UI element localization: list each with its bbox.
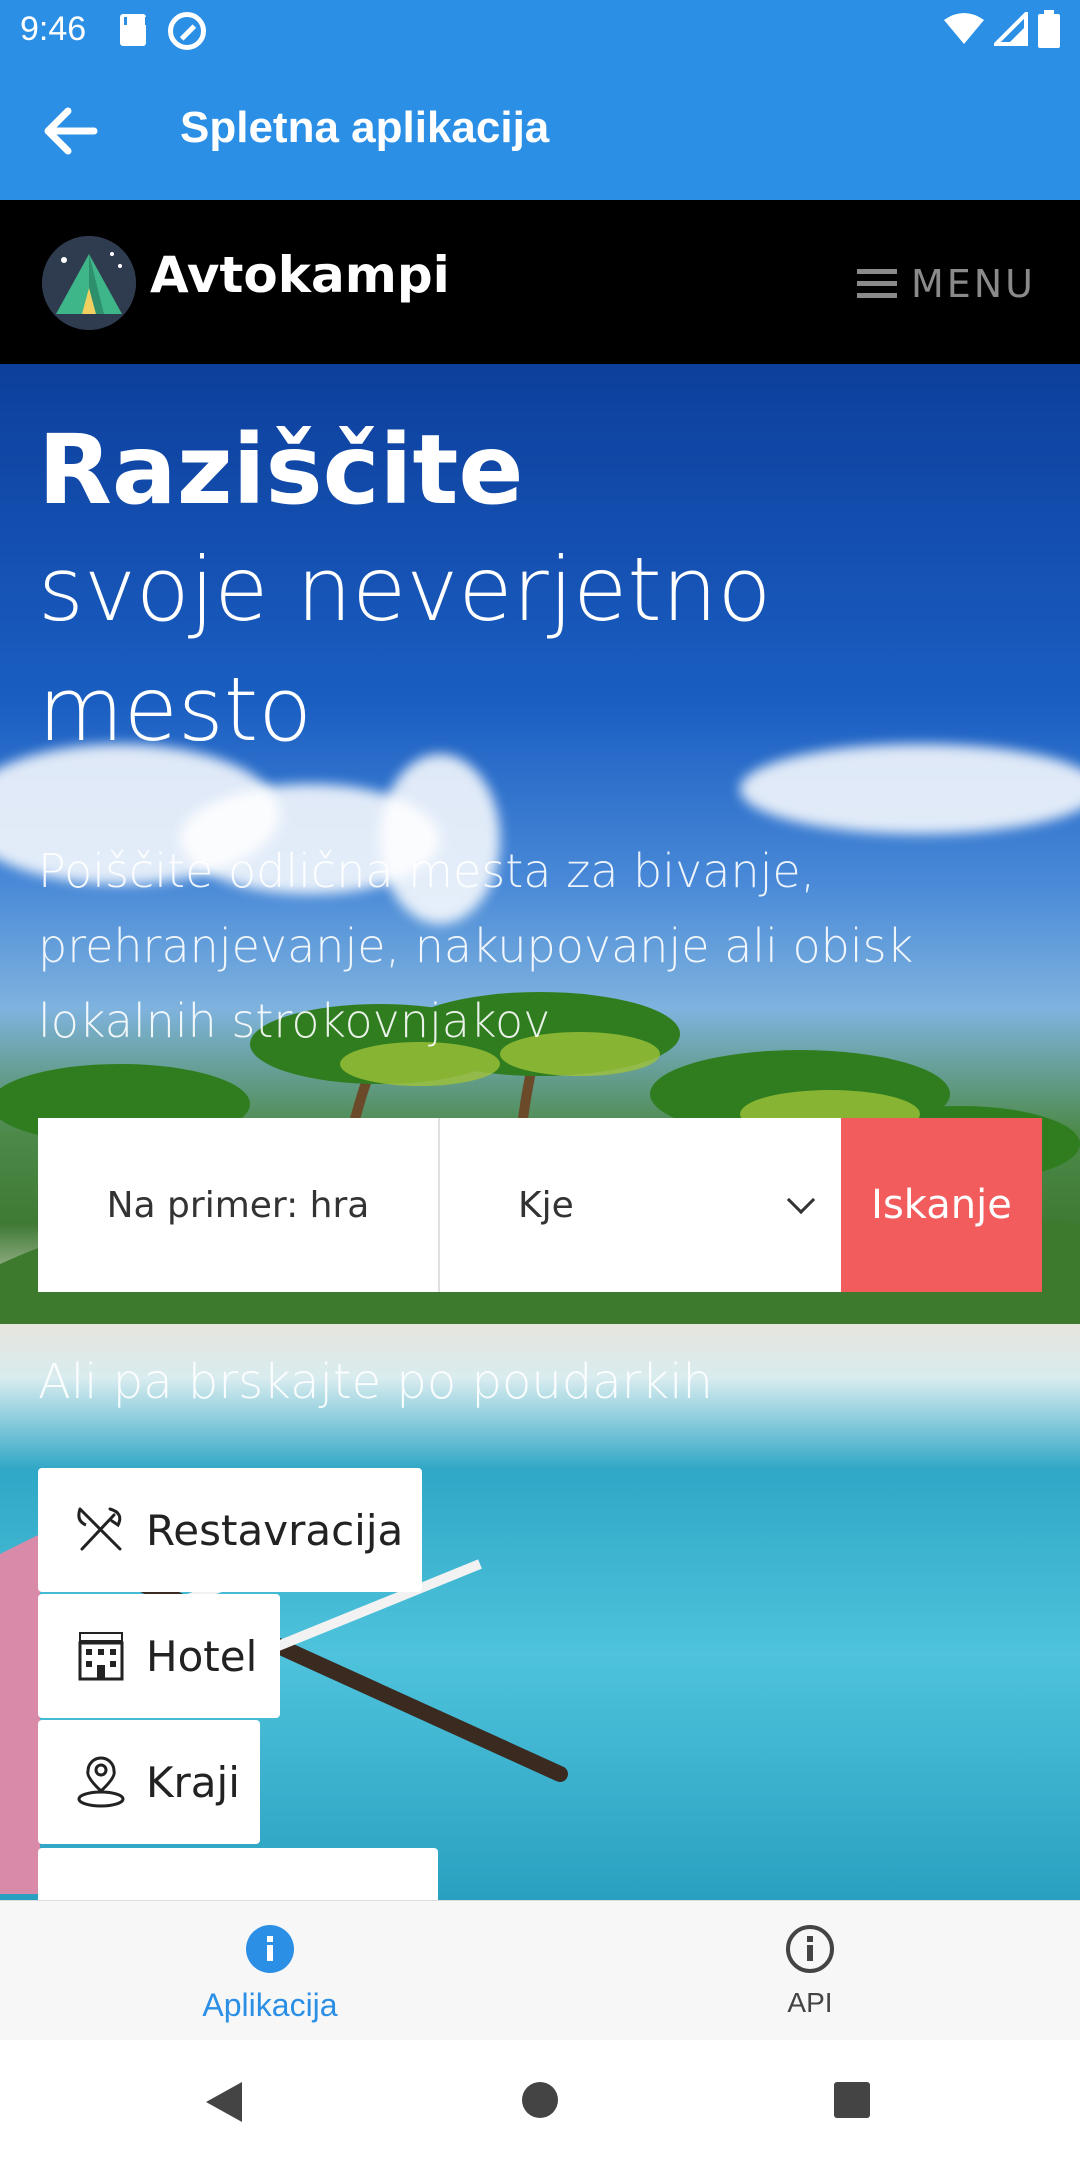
sync-icon: [168, 12, 206, 50]
battery-icon: [1038, 10, 1060, 48]
system-recents-icon[interactable]: [834, 2082, 870, 2118]
category-label: Kraji: [146, 1757, 240, 1807]
nav-tab-aplikacija[interactable]: Aplikacija: [120, 1923, 420, 2024]
site-header: Avtokampi MENU: [0, 200, 1080, 364]
menu-button[interactable]: MENU: [856, 262, 1036, 306]
system-home-icon[interactable]: [522, 2082, 558, 2118]
category-chip-partial[interactable]: [38, 1848, 438, 1900]
sd-card-icon: [120, 14, 148, 46]
nav-label: API: [787, 1987, 833, 2018]
hero-section: Raziščite svoje neverjetno mesto Poiščit…: [0, 364, 1080, 1900]
nav-tab-api[interactable]: API: [660, 1923, 960, 2019]
app-title: Spletna aplikacija: [180, 103, 550, 152]
status-icons: [944, 10, 1060, 48]
brand-name[interactable]: Avtokampi: [150, 246, 450, 304]
hero-description: Poiščite odlična mesta za bivanje, prehr…: [38, 844, 914, 1048]
chevron-down-icon: [786, 1185, 816, 1215]
status-time: 9:46: [20, 10, 87, 48]
hotel-icon: [78, 1632, 124, 1681]
category-kraji[interactable]: Kraji: [38, 1720, 260, 1844]
category-label: Hotel: [146, 1631, 258, 1681]
app-bar: Spletna aplikacija: [0, 61, 1080, 200]
bottom-navigation: Aplikacija API: [0, 1900, 1080, 2040]
location-select-value: Kje: [518, 1184, 574, 1226]
category-hotel[interactable]: Hotel: [38, 1594, 280, 1718]
category-restavracija[interactable]: Restavracija: [38, 1468, 422, 1592]
browse-label: Ali pa brskajte po poudarkih: [38, 1354, 713, 1410]
hero-subtitle: svoje neverjetno mesto: [38, 538, 772, 761]
fork-knife-icon: [77, 1507, 122, 1551]
hamburger-icon: [856, 269, 897, 299]
search-bar: Kje Iskanje: [38, 1118, 1042, 1292]
search-button[interactable]: Iskanje: [841, 1118, 1042, 1292]
arrow-left-icon: [44, 107, 98, 155]
location-select[interactable]: Kje: [440, 1118, 841, 1292]
wifi-icon: [944, 13, 984, 44]
status-bar: 9:46: [0, 0, 1080, 61]
system-back-icon[interactable]: [206, 2082, 242, 2122]
back-button[interactable]: [34, 99, 106, 163]
info-outline-icon: [786, 1925, 834, 1973]
signal-icon: [994, 12, 1028, 46]
system-navigation-bar: [0, 2040, 1080, 2160]
search-input[interactable]: [38, 1118, 440, 1292]
brand-logo[interactable]: [42, 236, 136, 330]
category-label: Restavracija: [146, 1505, 404, 1555]
hero-title: Raziščite: [38, 414, 524, 526]
info-filled-icon: [246, 1925, 294, 1973]
tent-logo-icon: [42, 236, 136, 330]
nav-label: Aplikacija: [202, 1987, 338, 2023]
map-pin-icon: [77, 1756, 125, 1808]
menu-label: MENU: [910, 262, 1036, 306]
